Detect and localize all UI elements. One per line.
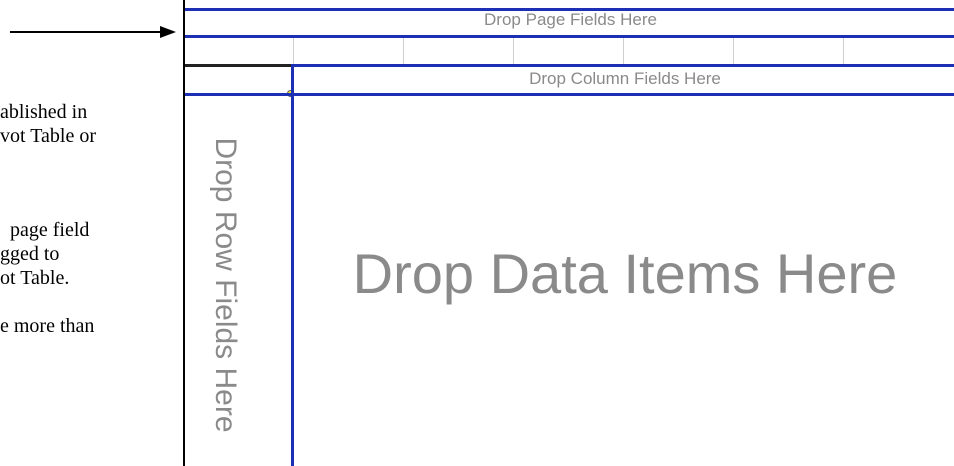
- data-items-label: Drop Data Items Here: [352, 242, 898, 305]
- grid-cell: [403, 38, 513, 64]
- grid-cell: [513, 38, 623, 64]
- grid-cell: [293, 38, 403, 64]
- doc-text-line-5: ot Table.: [0, 267, 70, 289]
- pivot-table: Drop Page Fields Here Drop Column Fields…: [183, 0, 954, 466]
- grid-cell: [623, 38, 733, 64]
- page-fields-drop-zone[interactable]: Drop Page Fields Here: [185, 8, 954, 36]
- pointer-arrow-line: [10, 31, 160, 33]
- pointer-arrow-icon: [160, 26, 176, 38]
- doc-text-line-4: gged to: [0, 243, 60, 265]
- selected-corner-cell[interactable]: [185, 64, 293, 96]
- page-fields-label: Drop Page Fields Here: [484, 10, 657, 29]
- page-zone-top-border: [185, 8, 954, 11]
- row-fields-label: Drop Row Fields Here: [209, 137, 242, 433]
- grid-cell: [843, 38, 954, 64]
- column-fields-label: Drop Column Fields Here: [529, 69, 721, 88]
- doc-text-line-3: page field: [10, 219, 90, 241]
- column-fields-drop-zone[interactable]: Drop Column Fields Here: [294, 64, 954, 94]
- grid-cell: [733, 38, 843, 64]
- doc-text-line-2: vot Table or: [0, 125, 96, 147]
- doc-text-line-6: e more than: [0, 315, 95, 337]
- column-zone-top-border: [293, 64, 954, 67]
- grid-row: [185, 38, 954, 64]
- doc-text-line-1: ablished in: [0, 101, 88, 123]
